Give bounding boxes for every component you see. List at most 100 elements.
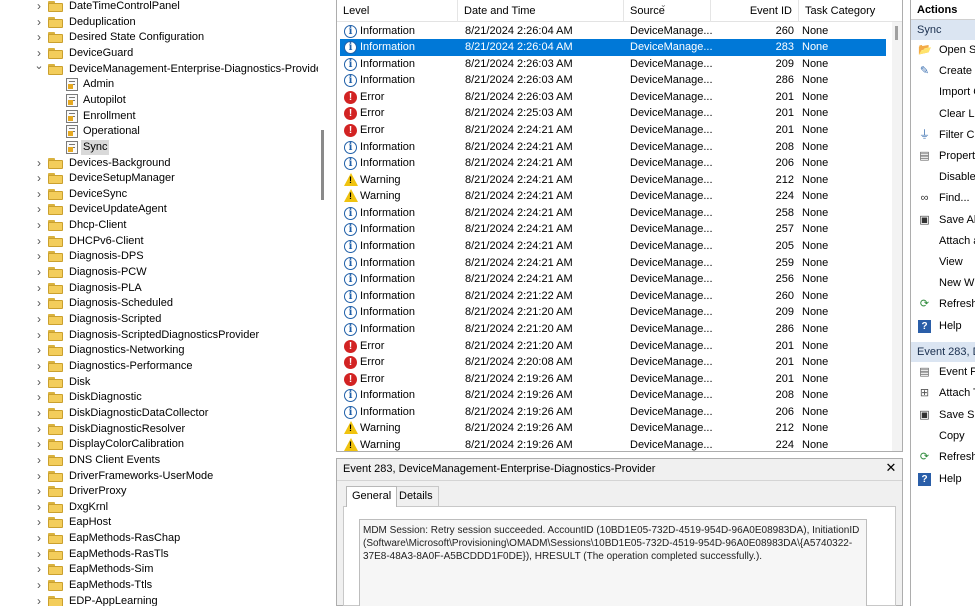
column-header-task-category[interactable]: Task Category	[799, 0, 893, 22]
close-icon[interactable]: ✕	[884, 460, 898, 476]
tree-folder-item[interactable]: › Diagnosis-PCW	[0, 265, 318, 281]
actions-section-event[interactable]: Event 283, De	[911, 342, 975, 362]
tree-folder-item[interactable]: › DeviceSync	[0, 187, 318, 203]
tree-log-item[interactable]: Enrollment	[0, 109, 318, 125]
tree-folder-item[interactable]: › Diagnosis-Scripted	[0, 312, 318, 328]
action-item[interactable]: ? Help	[911, 316, 975, 337]
tree-folder-item[interactable]: › Diagnostics-Performance	[0, 359, 318, 375]
tree-log-item[interactable]: Autopilot	[0, 93, 318, 109]
action-item[interactable]: ⊞ Attach T	[911, 383, 975, 404]
action-item[interactable]: ▣ Save All	[911, 210, 975, 231]
action-item[interactable]: ▤ Properti	[911, 146, 975, 167]
scrollbar-thumb[interactable]	[895, 26, 898, 40]
column-header-level[interactable]: Level	[337, 0, 458, 22]
chevron-right-icon[interactable]: ›	[34, 484, 44, 500]
chevron-right-icon[interactable]: ›	[34, 547, 44, 563]
tree-folder-item[interactable]: › EapHost	[0, 515, 318, 531]
tree-folder-item[interactable]: › EapMethods-Ttls	[0, 578, 318, 594]
action-item[interactable]: ? Help	[911, 469, 975, 490]
tree-folder-item[interactable]: › Devices-Background	[0, 156, 318, 172]
event-row[interactable]: i Information 8/21/2024 2:24:21 AM DeviceMa…	[340, 271, 886, 288]
event-row[interactable]: ! Error 8/21/2024 2:20:08 AM DeviceManage..…	[340, 354, 886, 371]
chevron-right-icon[interactable]: ›	[34, 406, 44, 422]
chevron-right-icon[interactable]: ›	[34, 156, 44, 172]
action-item[interactable]: ∞ Find...	[911, 188, 975, 209]
event-row[interactable]: i Information 8/21/2024 2:24:21 AM DeviceMa…	[340, 205, 886, 222]
action-item[interactable]: Disable	[911, 167, 975, 188]
event-row[interactable]: ! Error 8/21/2024 2:21:20 AM DeviceManage..…	[340, 338, 886, 355]
chevron-right-icon[interactable]: ›	[34, 296, 44, 312]
event-row[interactable]: ! Error 8/21/2024 2:24:21 AM DeviceManage..…	[340, 122, 886, 139]
event-row[interactable]: ! Error 8/21/2024 2:19:26 AM DeviceManage..…	[340, 371, 886, 388]
chevron-right-icon[interactable]: ›	[34, 500, 44, 516]
tree-folder-item[interactable]: › Diagnosis-PLA	[0, 281, 318, 297]
tree-log-item[interactable]: Operational	[0, 124, 318, 140]
tree-folder-item[interactable]: › DHCPv6-Client	[0, 234, 318, 250]
chevron-right-icon[interactable]: ›	[34, 375, 44, 391]
tree-folder-item[interactable]: › DeviceSetupManager	[0, 171, 318, 187]
chevron-right-icon[interactable]: ›	[34, 453, 44, 469]
tree-folder-item[interactable]: › Diagnosis-Scheduled	[0, 296, 318, 312]
chevron-right-icon[interactable]: ›	[34, 578, 44, 594]
event-row[interactable]: ! Warning 8/21/2024 2:24:21 AM DeviceManage…	[340, 172, 886, 189]
tree-folder-item[interactable]: › DateTimeControlPanel	[0, 0, 318, 15]
action-item[interactable]: 📂 Open Sa	[911, 40, 975, 61]
tree-folder-item[interactable]: › DiskDiagnosticResolver	[0, 422, 318, 438]
event-row[interactable]: i Information 8/21/2024 2:21:20 AM DeviceMa…	[340, 321, 886, 338]
tree-folder-item[interactable]: › DNS Client Events	[0, 453, 318, 469]
column-header-source[interactable]: Source	[624, 0, 711, 22]
event-row[interactable]: i Information 8/21/2024 2:26:03 AM DeviceMa…	[340, 72, 886, 89]
tab-general[interactable]: General	[346, 486, 398, 507]
tree-folder-item[interactable]: › Diagnosis-DPS	[0, 249, 318, 265]
tree-folder-item[interactable]: › Diagnosis-ScriptedDiagnosticsProvider	[0, 328, 318, 344]
tree-folder-item[interactable]: › DiskDiagnostic	[0, 390, 318, 406]
action-item[interactable]: ⟳ Refresh	[911, 447, 975, 468]
chevron-right-icon[interactable]: ›	[34, 422, 44, 438]
chevron-right-icon[interactable]: ›	[34, 234, 44, 250]
chevron-right-icon[interactable]: ›	[34, 187, 44, 203]
tree-folder-item[interactable]: › EapMethods-RasChap	[0, 531, 318, 547]
action-item[interactable]: Import C	[911, 82, 975, 103]
tree-folder-item[interactable]: › DiskDiagnosticDataCollector	[0, 406, 318, 422]
chevron-right-icon[interactable]: ›	[34, 0, 44, 15]
action-item[interactable]: Copy	[911, 426, 975, 447]
event-row[interactable]: i Information 8/21/2024 2:21:20 AM DeviceMa…	[340, 304, 886, 321]
tree-folder-item[interactable]: › EapMethods-Sim	[0, 562, 318, 578]
chevron-right-icon[interactable]: ›	[34, 437, 44, 453]
chevron-down-icon[interactable]: ⌄	[34, 60, 44, 78]
event-row[interactable]: ! Error 8/21/2024 2:26:03 AM DeviceManage..…	[340, 89, 886, 106]
chevron-right-icon[interactable]: ›	[34, 218, 44, 234]
chevron-right-icon[interactable]: ›	[34, 281, 44, 297]
event-row[interactable]: i Information 8/21/2024 2:21:22 AM DeviceMa…	[340, 288, 886, 305]
action-item[interactable]: ▣ Save Sel	[911, 405, 975, 426]
action-item[interactable]: ⟳ Refresh	[911, 294, 975, 315]
chevron-right-icon[interactable]: ›	[34, 594, 44, 606]
tree-folder-item[interactable]: › DeviceUpdateAgent	[0, 202, 318, 218]
actions-section-sync[interactable]: Sync	[911, 20, 975, 40]
action-item[interactable]: Attach a	[911, 231, 975, 252]
tree-folder-item[interactable]: › EDP-AppLearning	[0, 594, 318, 606]
chevron-right-icon[interactable]: ›	[34, 249, 44, 265]
event-row[interactable]: i Information 8/21/2024 2:26:04 AM DeviceMa…	[340, 39, 886, 56]
chevron-right-icon[interactable]: ›	[34, 265, 44, 281]
tab-details[interactable]: Details	[393, 486, 439, 506]
tree-folder-item[interactable]: › Deduplication	[0, 15, 318, 31]
action-item[interactable]: View	[911, 252, 975, 273]
chevron-right-icon[interactable]: ›	[34, 15, 44, 31]
chevron-right-icon[interactable]: ›	[34, 390, 44, 406]
event-row[interactable]: i Information 8/21/2024 2:24:21 AM DeviceMa…	[340, 155, 886, 172]
event-row[interactable]: ! Warning 8/21/2024 2:19:26 AM DeviceManage…	[340, 437, 886, 451]
chevron-right-icon[interactable]: ›	[34, 515, 44, 531]
chevron-right-icon[interactable]: ›	[34, 469, 44, 485]
action-item[interactable]: ✎ Create C	[911, 61, 975, 82]
chevron-right-icon[interactable]: ›	[34, 171, 44, 187]
tree-folder-item[interactable]: › DriverFrameworks-UserMode	[0, 469, 318, 485]
tree-log-item[interactable]: Admin	[0, 77, 318, 93]
tree-folder-item[interactable]: › DxgKrnl	[0, 500, 318, 516]
event-list-scrollbar[interactable]	[892, 22, 902, 451]
tree-folder-item[interactable]: › Diagnostics-Networking	[0, 343, 318, 359]
column-header-date[interactable]: Date and Time ⌄	[458, 0, 667, 22]
tree-folder-item[interactable]: › DriverProxy	[0, 484, 318, 500]
tree-log-item[interactable]: Sync	[0, 139, 318, 156]
event-row[interactable]: i Information 8/21/2024 2:19:26 AM DeviceMa…	[340, 404, 886, 421]
